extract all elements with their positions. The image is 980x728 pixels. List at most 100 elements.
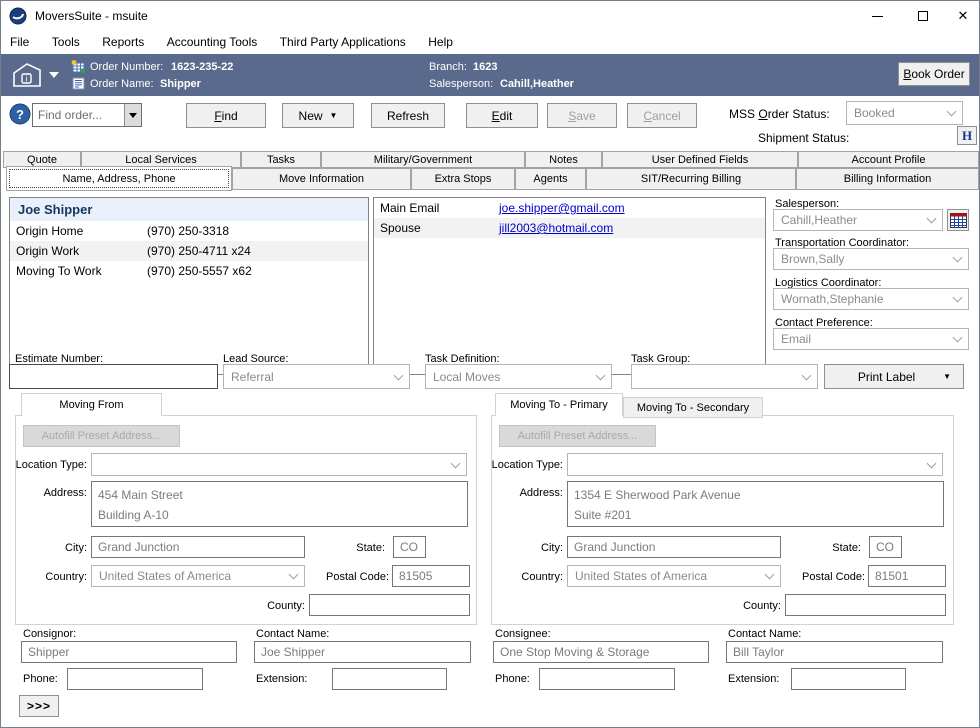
- tab-billing-information[interactable]: Billing Information: [796, 168, 979, 190]
- order-number-label: Order Number:: [90, 61, 163, 73]
- moving-to-state-input[interactable]: CO: [869, 536, 902, 558]
- dropdown-icon: [129, 113, 137, 118]
- phone-row[interactable]: Origin Work (970) 250-4711 x24: [10, 241, 368, 261]
- consignor-extension-input[interactable]: [332, 668, 447, 690]
- find-order-dropdown-button[interactable]: [124, 104, 141, 126]
- close-icon: ✕: [958, 8, 969, 24]
- moving-from-county-input[interactable]: [309, 594, 470, 616]
- consignee-extension-label: Extension:: [728, 673, 779, 685]
- task-definition-select[interactable]: Local Moves: [425, 364, 612, 389]
- chevron-down-icon: [289, 570, 299, 580]
- order-menu-button[interactable]: i: [11, 59, 63, 91]
- moving-from-location-type-select[interactable]: [91, 453, 467, 476]
- consignee-contact-name-label: Contact Name:: [728, 628, 801, 640]
- expand-more-button[interactable]: >>>: [19, 695, 59, 717]
- close-button[interactable]: ✕: [946, 1, 980, 31]
- chevron-down-icon: [802, 370, 812, 380]
- find-order-combobox[interactable]: Find order...: [32, 103, 142, 127]
- moving-to-address-input[interactable]: 1354 E Sherwood Park Avenue Suite #201: [567, 481, 944, 527]
- phone-row[interactable]: Origin Home (970) 250-3318: [10, 221, 368, 241]
- menu-third-party-applications[interactable]: Third Party Applications: [271, 31, 415, 52]
- tab-name-address-phone[interactable]: Name, Address, Phone: [6, 166, 232, 191]
- tab-military-government[interactable]: Military/Government: [321, 151, 525, 168]
- tab-moving-to-primary[interactable]: Moving To - Primary: [495, 393, 623, 416]
- mss-order-status-select[interactable]: Booked: [846, 101, 963, 125]
- phone-row[interactable]: Moving To Work (970) 250-5557 x62: [10, 261, 368, 281]
- order-number-value: 1623-235-22: [171, 61, 233, 73]
- menu-reports[interactable]: Reports: [93, 31, 153, 52]
- cancel-button: Cancel: [627, 103, 697, 128]
- moving-from-location-type-label: Location Type:: [9, 459, 87, 471]
- transportation-coordinator-select[interactable]: Brown,Sally: [773, 248, 969, 270]
- consignor-input[interactable]: Shipper: [21, 641, 237, 663]
- phone-type: Origin Home: [10, 224, 147, 238]
- moving-to-location-type-select[interactable]: [567, 453, 943, 476]
- edit-button[interactable]: Edit: [466, 103, 538, 128]
- find-button[interactable]: Find: [186, 103, 266, 128]
- moving-to-city-input[interactable]: Grand Junction: [567, 536, 781, 558]
- tab-tasks[interactable]: Tasks: [241, 151, 321, 168]
- tab-moving-from[interactable]: Moving From: [21, 393, 162, 416]
- moving-to-postal-code-input[interactable]: 81501: [868, 565, 946, 587]
- tab-user-defined-fields[interactable]: User Defined Fields: [602, 151, 798, 168]
- coordinator-salesperson-select[interactable]: Cahill,Heather: [773, 209, 943, 231]
- shipment-history-button[interactable]: H: [957, 126, 977, 145]
- tab-notes[interactable]: Notes: [525, 151, 602, 168]
- branch-label: Branch:: [429, 61, 467, 73]
- email-type: Spouse: [374, 221, 499, 235]
- contact-email-panel: Main Email joe.shipper@gmail.com Spouse …: [373, 197, 766, 375]
- new-button[interactable]: New ▼: [282, 103, 354, 128]
- task-group-select[interactable]: [631, 364, 818, 389]
- new-dropdown-icon: ▼: [330, 112, 338, 120]
- moving-to-county-input[interactable]: [785, 594, 946, 616]
- email-row: Spouse jill2003@hotmail.com: [374, 218, 765, 238]
- estimate-number-input[interactable]: [9, 364, 218, 389]
- consignee-phone-input[interactable]: [539, 668, 675, 690]
- title-bar: MoversSuite - msuite ✕: [1, 1, 979, 31]
- minimize-button[interactable]: [854, 1, 900, 31]
- moving-from-state-input[interactable]: CO: [393, 536, 426, 558]
- mss-order-status-label: MSS Order Status:: [729, 107, 830, 121]
- order-header-bar: i Order Number: 1623-235-22 Order Name: …: [1, 54, 979, 96]
- menu-bar: File Tools Reports Accounting Tools Thir…: [1, 31, 979, 54]
- moving-from-postal-code-input[interactable]: 81505: [392, 565, 470, 587]
- tab-move-information[interactable]: Move Information: [232, 168, 411, 190]
- svg-text:i: i: [26, 75, 28, 84]
- moving-from-address-label: Address:: [9, 487, 87, 499]
- consignee-extension-input[interactable]: [791, 668, 906, 690]
- help-icon[interactable]: ?: [9, 103, 31, 130]
- menu-file[interactable]: File: [1, 31, 38, 52]
- moving-to-location-type-label: Location Type:: [485, 459, 563, 471]
- logistics-coordinator-select[interactable]: Wornath,Stephanie: [773, 288, 969, 310]
- consignor-phone-input[interactable]: [67, 668, 203, 690]
- tab-moving-to-secondary[interactable]: Moving To - Secondary: [623, 397, 763, 418]
- salesperson-calendar-button[interactable]: [947, 209, 969, 231]
- moving-from-city-input[interactable]: Grand Junction: [91, 536, 305, 558]
- moving-from-country-select[interactable]: United States of America: [91, 565, 305, 587]
- consignor-contact-name-input[interactable]: Joe Shipper: [254, 641, 471, 663]
- menu-accounting-tools[interactable]: Accounting Tools: [158, 31, 267, 52]
- tab-sit-recurring-billing[interactable]: SIT/Recurring Billing: [586, 168, 796, 190]
- chevron-down-icon: [953, 293, 963, 303]
- book-order-button[interactable]: Book Order: [898, 62, 970, 86]
- minimize-icon: [872, 16, 883, 17]
- menu-help[interactable]: Help: [419, 31, 462, 52]
- consignee-input[interactable]: One Stop Moving & Storage: [493, 641, 709, 663]
- email-link[interactable]: jill2003@hotmail.com: [499, 221, 613, 235]
- contact-preference-select[interactable]: Email: [773, 328, 969, 350]
- print-label-button[interactable]: Print Label ▼: [824, 364, 964, 389]
- order-name-value: Shipper: [160, 78, 201, 90]
- maximize-button[interactable]: [900, 1, 946, 31]
- menu-tools[interactable]: Tools: [43, 31, 89, 52]
- chevron-down-icon: [953, 253, 963, 263]
- consignee-contact-name-input[interactable]: Bill Taylor: [726, 641, 943, 663]
- moving-from-address-input[interactable]: 454 Main Street Building A-10: [91, 481, 468, 527]
- moving-to-country-select[interactable]: United States of America: [567, 565, 781, 587]
- tab-account-profile[interactable]: Account Profile: [798, 151, 979, 168]
- email-link[interactable]: joe.shipper@gmail.com: [499, 201, 625, 215]
- moving-to-state-label: State:: [817, 542, 861, 554]
- lead-source-select[interactable]: Referral: [223, 364, 410, 389]
- refresh-button[interactable]: Refresh: [371, 103, 445, 128]
- tab-extra-stops[interactable]: Extra Stops: [411, 168, 515, 190]
- tab-agents[interactable]: Agents: [515, 168, 586, 190]
